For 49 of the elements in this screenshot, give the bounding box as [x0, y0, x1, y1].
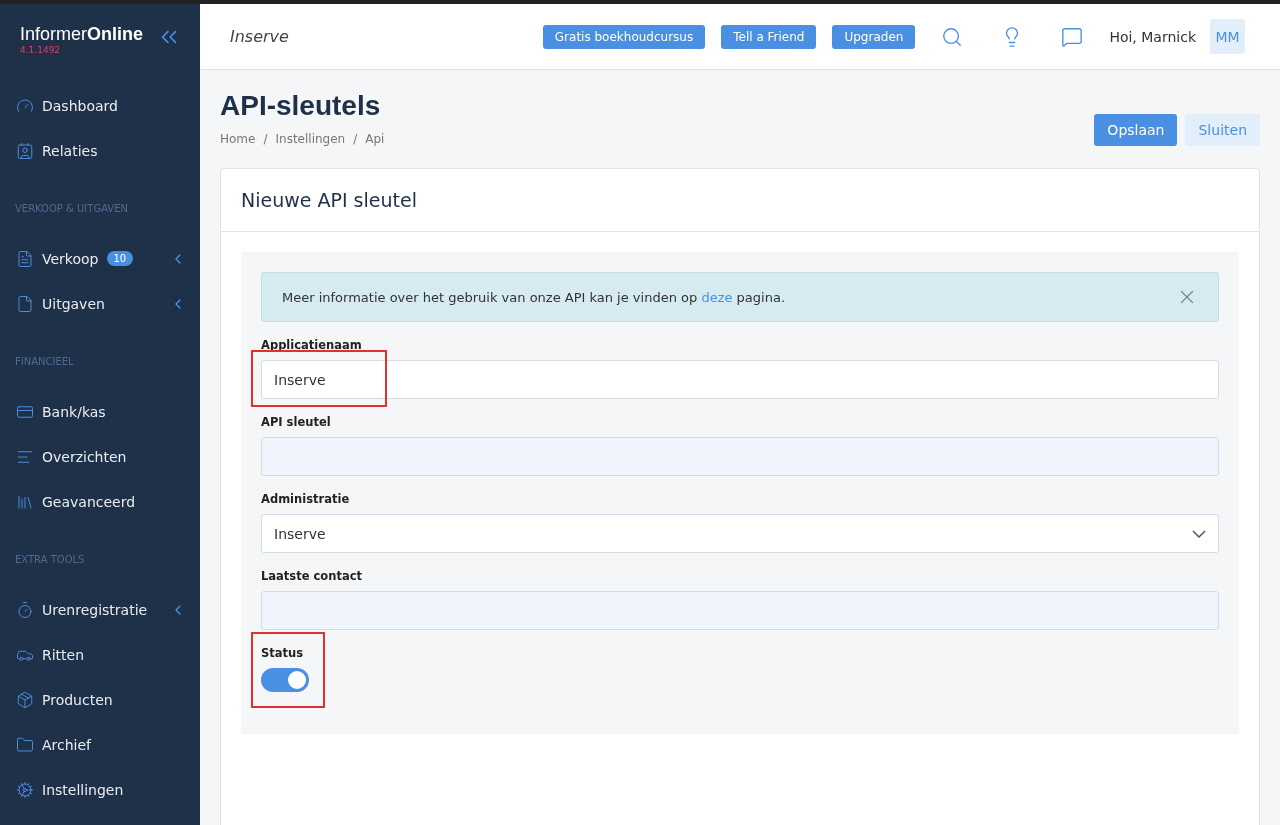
toggle-switch[interactable] [261, 668, 309, 692]
input-field[interactable] [261, 591, 1219, 630]
breadcrumb-link[interactable]: Instellingen [275, 132, 346, 146]
field-label: Status [261, 646, 305, 660]
sidebar-item[interactable]: Dashboard [0, 83, 200, 128]
page-title: API-sleutels [220, 90, 382, 122]
sidebar-item[interactable]: Instellingen [0, 767, 200, 812]
sidebar-item[interactable]: Ritten [0, 632, 200, 677]
timer-icon [16, 600, 34, 619]
sidebar-item[interactable]: Bank/kas [0, 389, 200, 434]
alert-text: Meer informatie over het gebruik van onze API kan je vinden op deze pagina. [282, 289, 785, 305]
breadcrumb-link[interactable]: Home [220, 132, 256, 146]
select-field[interactable]: Inserve [261, 514, 1219, 553]
field-label: Laatste contact [261, 569, 363, 583]
section-heading: VERKOOP & UITGAVEN [14, 203, 129, 214]
gauge-icon [16, 96, 34, 115]
sidebar-item[interactable]: Archief [0, 722, 200, 767]
field-label: Administratie [261, 492, 351, 506]
sidebar-item[interactable]: Overzichten [0, 434, 200, 479]
sidebar-item[interactable]: Verkoop 10 [0, 236, 200, 281]
sidebar-item[interactable]: Urenregistratie [0, 587, 200, 632]
version-text: 4.1.1492 [20, 45, 62, 55]
input-field[interactable] [261, 437, 1219, 476]
sidebar-item[interactable]: Geavanceerd [0, 479, 200, 524]
count-badge: 10 [106, 251, 134, 266]
field-label: API sleutel [261, 415, 332, 429]
chevron-down-icon [1192, 529, 1206, 538]
chat-icon[interactable] [1061, 25, 1084, 48]
section-heading: FINANCIEEL [14, 356, 75, 367]
search-icon[interactable] [941, 25, 964, 48]
file-icon [16, 294, 34, 313]
receipt-icon [16, 249, 34, 268]
card-title: Nieuwe API sleutel [221, 169, 1259, 232]
breadcrumb-link[interactable]: Api [365, 132, 385, 146]
box-icon [16, 690, 34, 709]
breadcrumb-separator: / [353, 132, 358, 146]
sidebar-item[interactable]: Relaties [0, 128, 200, 173]
input-field[interactable]: Inserve [261, 360, 1219, 399]
user-greeting: Hoi, Marnick [1109, 28, 1196, 45]
app-logo: InformerOnline [20, 24, 144, 44]
sidebar-item[interactable]: Producten [0, 677, 200, 722]
breadcrumb-separator: / [263, 132, 268, 146]
folder-icon [16, 735, 34, 754]
contact-icon [16, 141, 34, 160]
gear-icon [16, 780, 34, 799]
sidebar-item[interactable]: Uitgaven [0, 281, 200, 326]
section-heading: EXTRA TOOLS [14, 554, 86, 565]
field-label: Applicatienaam [261, 338, 363, 352]
company-name: Inserve [230, 27, 289, 46]
